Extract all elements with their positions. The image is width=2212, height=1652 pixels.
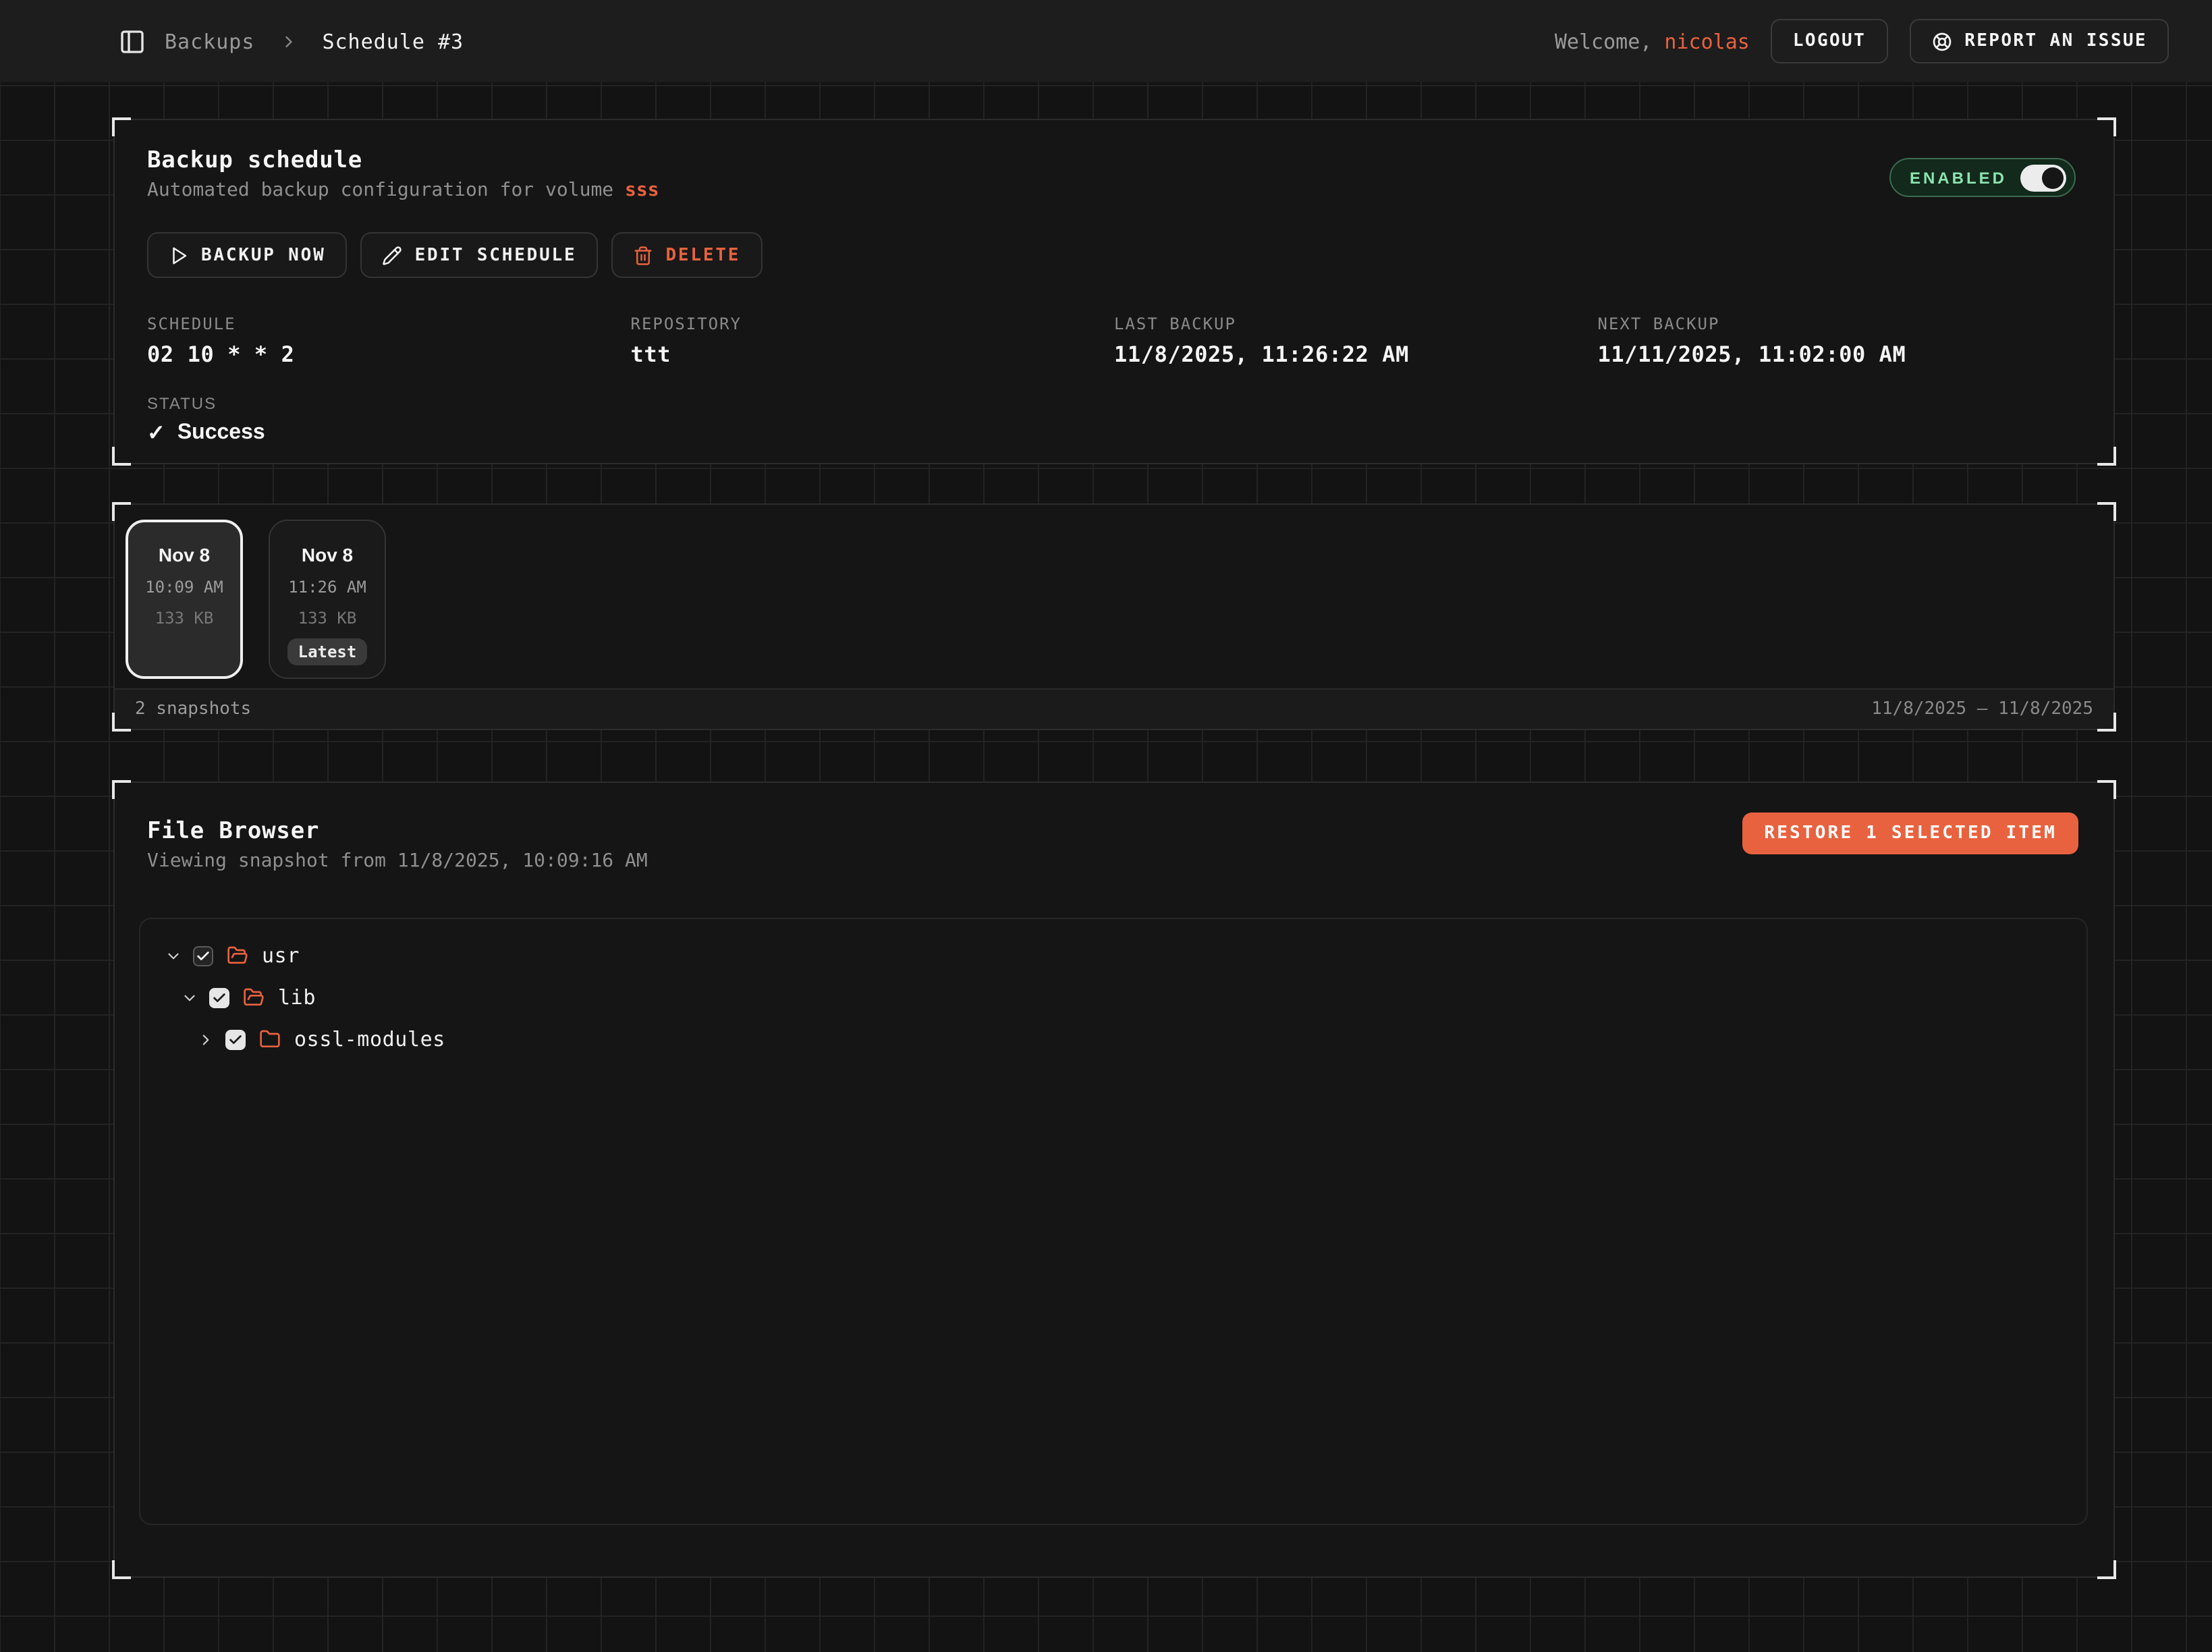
chevron-right-icon[interactable] — [197, 1030, 215, 1048]
snapshot-date-range: 11/8/2025 – 11/8/2025 — [1871, 699, 2093, 719]
logout-button-label: LOGOUT — [1793, 31, 1866, 51]
report-issue-label: REPORT AN ISSUE — [1964, 31, 2147, 51]
corner-bracket — [2097, 713, 2116, 732]
folder-open-icon — [243, 987, 265, 1008]
restore-button[interactable]: RESTORE 1 SELECTED ITEM — [1742, 813, 2078, 854]
tree-item-label: usr — [262, 943, 300, 968]
chevron-down-icon[interactable] — [181, 989, 198, 1006]
topbar-actions: Welcome, nicolas LOGOUT REPORT AN ISSUE — [1555, 19, 2169, 63]
snapshot-card[interactable]: Nov 8 11:26 AM 133 KB Latest — [269, 520, 386, 679]
corner-bracket — [112, 1560, 131, 1579]
field-label: LAST BACKUP — [1114, 314, 1598, 333]
checkbox-checked[interactable] — [209, 987, 229, 1008]
toggle-knob — [2042, 167, 2064, 188]
tree-item-label: ossl-modules — [294, 1027, 445, 1051]
field-value: ttt — [631, 341, 1115, 367]
status-value: ✓ Success — [147, 420, 2081, 447]
volume-name: sss — [625, 180, 659, 201]
field-next-backup: NEXT BACKUP 11/11/2025, 11:02:00 AM — [1598, 314, 2082, 367]
corner-bracket — [112, 713, 131, 732]
corner-bracket — [112, 502, 131, 521]
corner-bracket — [112, 780, 131, 799]
action-buttons: BACKUP NOW EDIT SCHEDULE DELETE — [147, 232, 2081, 278]
backup-now-button[interactable]: BACKUP NOW — [147, 232, 348, 278]
backup-now-label: BACKUP NOW — [201, 245, 326, 265]
corner-bracket — [2097, 502, 2116, 521]
field-label: NEXT BACKUP — [1598, 314, 2082, 333]
corner-bracket — [2097, 117, 2116, 136]
welcome-prefix: Welcome, — [1555, 29, 1665, 53]
app-root: Backups Schedule #3 Welcome, nicolas LOG… — [0, 0, 2212, 1652]
breadcrumb-section[interactable]: Backups — [165, 29, 254, 53]
enabled-label: ENABLED — [1910, 168, 2007, 187]
welcome-text: Welcome, nicolas — [1555, 29, 1750, 53]
tree-row-usr[interactable]: usr — [157, 938, 2070, 973]
status-block: STATUS ✓ Success — [147, 394, 2081, 447]
field-label: SCHEDULE — [147, 314, 631, 333]
toggle-switch[interactable] — [2020, 164, 2066, 191]
top-bar: Backups Schedule #3 Welcome, nicolas LOG… — [0, 0, 2212, 82]
corner-bracket — [2097, 780, 2116, 799]
snapshots-footer: 2 snapshots 11/8/2025 – 11/8/2025 — [115, 688, 2113, 729]
checkbox-checked[interactable] — [225, 1029, 246, 1049]
corner-bracket — [112, 447, 131, 466]
corner-bracket — [112, 117, 131, 136]
report-issue-button[interactable]: REPORT AN ISSUE — [1909, 19, 2169, 63]
panel-title: Backup schedule — [147, 147, 2081, 174]
tree-row-ossl-modules[interactable]: ossl-modules — [157, 1022, 2070, 1057]
play-icon — [169, 245, 189, 265]
field-label: REPOSITORY — [631, 314, 1115, 333]
snapshot-size: 133 KB — [155, 609, 214, 628]
pencil-icon — [383, 245, 403, 265]
status-text: Success — [177, 421, 265, 445]
status-label: STATUS — [147, 394, 2081, 413]
subtitle-text: Automated backup configuration for volum… — [147, 180, 625, 201]
chevron-down-icon[interactable] — [165, 947, 182, 964]
file-tree: usr lib — [139, 918, 2088, 1525]
checkbox-checked[interactable] — [193, 945, 213, 966]
edit-schedule-label: EDIT SCHEDULE — [415, 245, 577, 265]
field-value: 02 10 * * 2 — [147, 341, 631, 367]
tree-row-lib[interactable]: lib — [157, 980, 2070, 1015]
field-value: 11/11/2025, 11:02:00 AM — [1598, 341, 2082, 367]
breadcrumb-current: Schedule #3 — [322, 29, 464, 53]
field-last-backup: LAST BACKUP 11/8/2025, 11:26:22 AM — [1114, 314, 1598, 367]
snapshot-size: 133 KB — [298, 609, 357, 628]
backup-schedule-panel: Backup schedule Automated backup configu… — [113, 119, 2115, 464]
folder-icon — [259, 1028, 281, 1050]
schedule-fields: SCHEDULE 02 10 * * 2 REPOSITORY ttt LAST… — [147, 314, 2081, 367]
edit-schedule-button[interactable]: EDIT SCHEDULE — [361, 232, 599, 278]
field-value: 11/8/2025, 11:26:22 AM — [1114, 341, 1598, 367]
snapshot-strip: Nov 8 10:09 AM 133 KB Nov 8 11:26 AM 133… — [115, 505, 2113, 690]
snapshot-time: 11:26 AM — [288, 578, 366, 597]
snapshot-time: 10:09 AM — [145, 578, 223, 597]
sidebar-toggle-button[interactable] — [119, 28, 146, 55]
breadcrumb: Backups Schedule #3 — [0, 28, 464, 55]
snapshot-card-selected[interactable]: Nov 8 10:09 AM 133 KB — [126, 520, 243, 679]
delete-button[interactable]: DELETE — [611, 232, 762, 278]
panel-subtitle: Automated backup configuration for volum… — [147, 180, 2081, 201]
corner-bracket — [2097, 447, 2116, 466]
panel-left-icon — [119, 28, 146, 55]
latest-badge: Latest — [287, 638, 368, 665]
folder-open-icon — [227, 945, 248, 966]
snapshot-count: 2 snapshots — [135, 699, 251, 719]
username: nicolas — [1664, 29, 1749, 53]
report-issue-icon — [1931, 30, 1952, 52]
field-repository: REPOSITORY ttt — [631, 314, 1115, 367]
snapshot-date: Nov 8 — [159, 544, 210, 566]
snapshots-panel: Nov 8 10:09 AM 133 KB Nov 8 11:26 AM 133… — [113, 503, 2115, 730]
page-background: Backup schedule Automated backup configu… — [0, 82, 2212, 1652]
corner-bracket — [2097, 1560, 2116, 1579]
trash-icon — [633, 245, 653, 265]
logout-button[interactable]: LOGOUT — [1771, 19, 1887, 63]
field-schedule: SCHEDULE 02 10 * * 2 — [147, 314, 631, 367]
tree-item-label: lib — [278, 985, 316, 1010]
file-browser-panel: File Browser Viewing snapshot from 11/8/… — [113, 781, 2115, 1578]
chevron-right-icon — [279, 32, 298, 51]
delete-label: DELETE — [665, 245, 740, 265]
enabled-toggle[interactable]: ENABLED — [1889, 158, 2076, 197]
snapshot-date: Nov 8 — [302, 544, 353, 566]
check-icon: ✓ — [147, 420, 165, 447]
